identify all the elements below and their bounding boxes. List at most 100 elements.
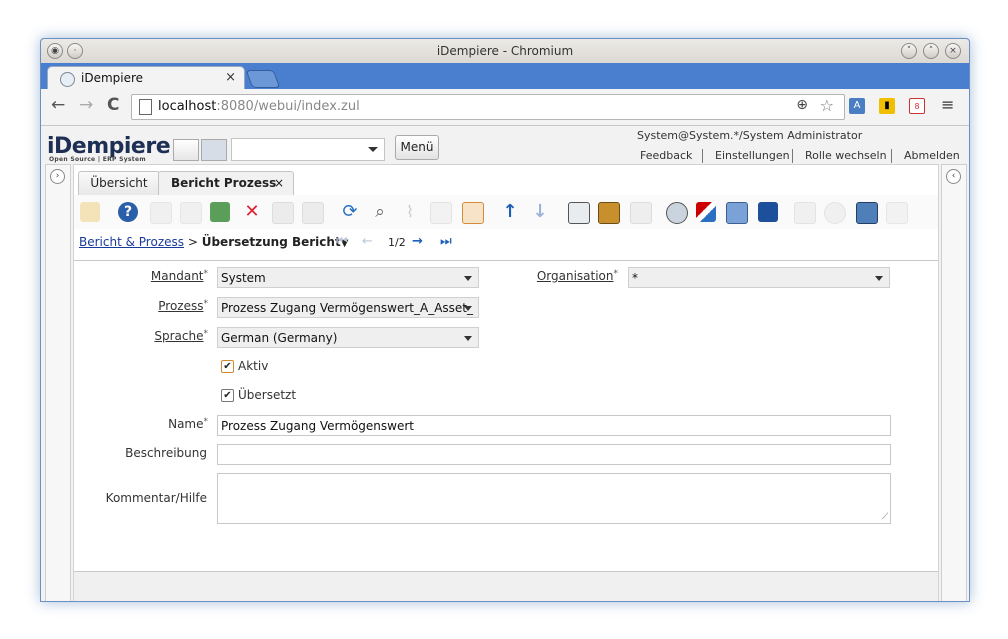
active-workflows-icon[interactable] [758,202,778,222]
reload-icon[interactable]: C [107,95,119,115]
chevron-down-icon [464,276,472,281]
settings-link[interactable]: Einstellungen [715,149,790,162]
user-info: System@System.*/System Administrator [637,129,863,142]
grid-toggle-icon[interactable] [462,202,484,224]
maximize-icon[interactable]: ˄ [923,43,939,59]
requests-icon[interactable] [696,202,716,222]
bookmark-star-icon[interactable]: ☆ [820,96,834,115]
previous-record-icon[interactable]: ↑ [500,202,520,222]
report-icon[interactable] [568,202,590,224]
next-record-nav-icon[interactable]: → [412,234,423,249]
attachment-icon[interactable]: ⌇ [400,202,420,222]
left-panel-collapsed[interactable]: › [45,164,71,601]
page-favicon-icon [60,72,75,87]
organisation-label: Organisation* [536,269,618,283]
lock-icon[interactable] [886,202,908,224]
organisation-select[interactable]: * [628,267,890,288]
name-label: Name* [168,417,208,431]
window-title: iDempiere - Chromium [436,44,574,58]
help-icon[interactable]: ? [118,202,138,222]
address-bar[interactable]: localhost:8080/webui/index.zul ⊕ ☆ [131,94,845,120]
menu-button[interactable]: Menü [395,135,439,160]
tab-bericht-prozess[interactable]: Bericht Prozess × [158,171,294,195]
close-icon[interactable]: × [945,43,961,59]
content-area: Übersicht Bericht Prozess × ? ✕ ⟳ ⌕ ⌇ ↑ [73,164,939,601]
extension2-icon[interactable]: 8 [909,98,925,114]
idempiere-page: iDempiere Open Source | ERP System Menü … [41,126,969,601]
uebersetzt-checkbox[interactable]: ✔ [221,389,234,402]
beschreibung-input[interactable] [217,444,891,465]
new-tab-button[interactable] [245,70,281,88]
title-bar: ◉ · iDempiere - Chromium ˅ ˄ × [41,39,969,64]
logout-link[interactable]: Abmelden [904,149,960,162]
right-panel-collapsed[interactable]: ‹ [941,164,967,601]
expand-right-icon[interactable]: ‹ [946,169,961,184]
feedback-link[interactable]: Feedback [640,149,692,162]
tab-bericht-prozess-label: Bericht Prozess [171,176,277,190]
extension-icon[interactable]: ▮ [879,98,895,114]
print-icon[interactable] [630,202,652,224]
aktiv-label: Aktiv [238,359,269,373]
global-search-select[interactable] [231,138,385,161]
kommentar-textarea[interactable] [217,473,891,524]
mandant-value: System [221,271,266,285]
organisation-value: * [632,271,638,285]
translate-icon[interactable]: A [849,98,865,114]
browser-window: ◉ · iDempiere - Chromium ˅ ˄ × iDempiere… [40,38,970,602]
kommentar-label: Kommentar/Hilfe [105,491,207,505]
browser-tab-strip: iDempiere × [41,63,969,90]
change-role-link[interactable]: Rolle wechseln [805,149,887,162]
refresh-icon[interactable]: ⟳ [340,202,360,222]
sprache-select[interactable]: German (Germany) [217,327,479,348]
app-logo-subtitle: Open Source | ERP System [49,156,146,163]
tab-overview[interactable]: Übersicht [78,171,160,196]
delete-icon[interactable] [210,202,230,222]
save-icon[interactable] [272,202,294,224]
delete-selection-icon[interactable]: ✕ [242,202,262,222]
breadcrumb: Bericht & Prozess > Übersetzung Bericht▼ [79,235,348,249]
browser-tab-close-icon[interactable]: × [225,70,236,85]
page-icon [139,99,152,115]
chat-icon[interactable] [430,202,452,224]
mandant-select[interactable]: System [217,267,479,288]
breadcrumb-current[interactable]: Übersetzung Bericht [202,235,341,249]
save-new-icon[interactable] [302,202,324,224]
undo-icon[interactable] [80,202,100,222]
tab-close-icon[interactable]: × [274,172,284,195]
prozess-value: Prozess Zugang Vermögenswert_A_Asset_ [221,301,473,315]
prozess-select[interactable]: Prozess Zugang Vermögenswert_A_Asset_ [217,297,479,318]
archive-icon[interactable] [598,202,620,224]
first-record-icon[interactable]: ⏮ [336,234,348,249]
navigation-bar: ← → C localhost:8080/webui/index.zul ⊕ ☆… [41,89,969,126]
last-record-icon[interactable]: ⏭ [440,234,452,249]
expand-left-icon[interactable]: › [50,169,65,184]
prev-record-nav-icon[interactable]: ← [362,234,373,249]
name-input[interactable]: Prozess Zugang Vermögenswert [217,415,891,436]
aktiv-checkbox[interactable]: ✔ [221,360,234,373]
status-bar [74,571,938,601]
zoom-icon[interactable]: ⊕ [796,97,808,113]
customize-icon[interactable] [824,202,846,224]
open-window-icon[interactable] [201,139,227,161]
copy-icon[interactable] [180,202,202,224]
export-icon[interactable] [856,202,878,224]
browser-tab-title: iDempiere [81,71,144,85]
product-info-icon[interactable] [726,202,748,224]
beschreibung-label: Beschreibung [125,446,207,460]
mandant-label: Mandant* [150,269,208,283]
new-window-icon[interactable] [173,139,199,161]
breadcrumb-link[interactable]: Bericht & Prozess [79,235,184,249]
zoom-across-icon[interactable] [666,202,688,224]
find-icon[interactable]: ⌕ [370,202,390,222]
minimize-icon[interactable]: ˅ [901,43,917,59]
menu-icon[interactable]: ≡ [941,95,954,114]
record-counter: 1/2 [388,236,406,249]
new-icon[interactable] [150,202,172,224]
process-icon[interactable] [794,202,816,224]
next-record-icon[interactable]: ↓ [530,202,550,222]
chevron-down-icon [464,336,472,341]
resize-handle-icon[interactable]: ⟋ [882,512,888,522]
browser-tab[interactable]: iDempiere × [47,66,245,90]
back-icon[interactable]: ← [51,95,65,115]
forward-icon[interactable]: → [79,95,93,115]
